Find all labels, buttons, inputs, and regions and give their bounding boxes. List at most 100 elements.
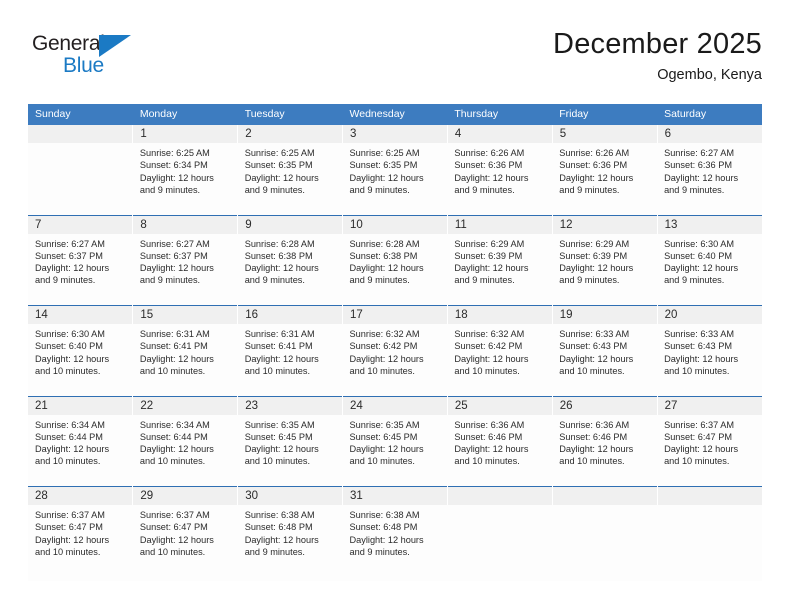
day-cell-10[interactable]: Sunrise: 6:28 AM Sunset: 6:38 PM Daylight:… — [342, 233, 448, 306]
day-cell-1[interactable]: Sunrise: 6:25 AM Sunset: 6:34 PM Daylight:… — [132, 143, 238, 215]
day-cell-5[interactable]: Sunrise: 6:26 AM Sunset: 6:36 PM Daylight:… — [552, 143, 658, 215]
day-info-line: Daylight: 12 hours — [559, 353, 634, 364]
day-number-4[interactable]: 4 — [447, 125, 553, 143]
day-cell-28[interactable]: Sunrise: 6:37 AM Sunset: 6:47 PM Daylight:… — [28, 505, 133, 581]
day-info-line: and 9 minutes. — [664, 184, 725, 195]
day-info-line: and 10 minutes. — [664, 365, 730, 376]
day-number-10[interactable]: 10 — [342, 214, 448, 234]
day-number-6[interactable]: 6 — [657, 125, 762, 143]
day-cell-11[interactable]: Sunrise: 6:29 AM Sunset: 6:39 PM Daylight:… — [447, 233, 553, 306]
day-number-9[interactable]: 9 — [237, 214, 344, 234]
day-info-line: Sunrise: 6:28 AM — [349, 238, 420, 249]
day-info-line: Sunrise: 6:25 AM — [244, 148, 315, 158]
day-number-7[interactable]: 7 — [28, 214, 134, 234]
day-number-20[interactable]: 20 — [657, 305, 762, 324]
day-cell-17[interactable]: Sunrise: 6:32 AM Sunset: 6:42 PM Daylight:… — [342, 324, 448, 396]
day-number-3[interactable]: 3 — [342, 125, 448, 143]
day-info-line: and 9 minutes. — [244, 275, 305, 286]
day-info-line: Sunrise: 6:33 AM — [664, 329, 735, 339]
week-info-row: Sunrise: 6:30 AM Sunset: 6:40 PM Daylight:… — [28, 324, 762, 396]
day-number-21[interactable]: 21 — [28, 395, 134, 415]
day-cell-4[interactable]: Sunrise: 6:26 AM Sunset: 6:36 PM Daylight:… — [447, 143, 553, 215]
day-cell-27[interactable]: Sunrise: 6:37 AM Sunset: 6:47 PM Daylight:… — [657, 414, 762, 487]
day-info-line: Sunset: 6:38 PM — [244, 250, 313, 261]
week-info-row: Sunrise: 6:34 AM Sunset: 6:44 PM Daylight:… — [28, 414, 762, 487]
day-number-12[interactable]: 12 — [552, 214, 658, 234]
day-cell-30[interactable]: Sunrise: 6:38 AM Sunset: 6:48 PM Daylight:… — [237, 505, 343, 581]
day-info-line: and 10 minutes. — [664, 456, 730, 467]
day-info-line: Sunset: 6:47 PM — [139, 522, 208, 533]
day-number-15[interactable]: 15 — [132, 305, 239, 324]
day-cell-20[interactable]: Sunrise: 6:33 AM Sunset: 6:43 PM Daylight:… — [657, 324, 762, 396]
day-number-1[interactable]: 1 — [132, 125, 239, 143]
day-info-line: Sunrise: 6:35 AM — [349, 419, 420, 430]
day-cell-23[interactable]: Sunrise: 6:35 AM Sunset: 6:45 PM Daylight:… — [237, 414, 343, 487]
day-number-16[interactable]: 16 — [237, 305, 344, 324]
day-number-5[interactable]: 5 — [552, 125, 658, 143]
day-info-line: Sunset: 6:40 PM — [35, 341, 103, 352]
day-info-line: and 10 minutes. — [244, 365, 311, 376]
general-blue-logo[interactable]: General Blue — [32, 32, 152, 84]
day-info-line: and 10 minutes. — [559, 365, 625, 376]
day-cell-2[interactable]: Sunrise: 6:25 AM Sunset: 6:35 PM Daylight:… — [237, 143, 343, 215]
day-cell-29[interactable]: Sunrise: 6:37 AM Sunset: 6:47 PM Daylight:… — [132, 505, 238, 581]
day-cell-21[interactable]: Sunrise: 6:34 AM Sunset: 6:44 PM Daylight:… — [28, 414, 133, 487]
day-number-13[interactable]: 13 — [657, 214, 762, 234]
day-cell-19[interactable]: Sunrise: 6:33 AM Sunset: 6:43 PM Daylight:… — [552, 324, 658, 396]
day-cell-6[interactable]: Sunrise: 6:27 AM Sunset: 6:36 PM Daylight:… — [657, 143, 762, 215]
day-cell-16[interactable]: Sunrise: 6:31 AM Sunset: 6:41 PM Daylight:… — [237, 324, 343, 396]
day-number-31[interactable]: 31 — [342, 486, 448, 505]
day-info-line: Sunset: 6:37 PM — [139, 250, 208, 261]
day-info-line: Daylight: 12 hours — [664, 172, 739, 183]
day-cell-9[interactable]: Sunrise: 6:28 AM Sunset: 6:38 PM Daylight:… — [237, 233, 343, 306]
page-header: General Blue December 2025 Ogembo, Kenya — [28, 26, 762, 98]
day-number-30[interactable]: 30 — [237, 486, 344, 505]
day-info-line: Sunrise: 6:34 AM — [139, 419, 210, 430]
day-info-line: and 9 minutes. — [139, 275, 201, 286]
day-number-14[interactable]: 14 — [28, 305, 134, 324]
day-info-line: Sunset: 6:47 PM — [664, 431, 732, 442]
day-number-17[interactable]: 17 — [342, 305, 448, 324]
day-cell-25[interactable]: Sunrise: 6:36 AM Sunset: 6:46 PM Daylight:… — [447, 414, 553, 487]
day-number-23[interactable]: 23 — [237, 395, 344, 415]
day-info-line: Daylight: 12 hours — [35, 263, 110, 274]
day-info-line: and 10 minutes. — [454, 365, 520, 376]
day-cell-8[interactable]: Sunrise: 6:27 AM Sunset: 6:37 PM Daylight:… — [132, 233, 238, 306]
day-cell-3[interactable]: Sunrise: 6:25 AM Sunset: 6:35 PM Daylight:… — [342, 143, 448, 215]
day-cell-24[interactable]: Sunrise: 6:35 AM Sunset: 6:45 PM Daylight:… — [342, 414, 448, 487]
day-info-line: Daylight: 12 hours — [559, 172, 634, 183]
day-cell-15[interactable]: Sunrise: 6:31 AM Sunset: 6:41 PM Daylight:… — [132, 324, 238, 396]
day-number-26[interactable]: 26 — [552, 395, 658, 415]
day-info-line: Daylight: 12 hours — [139, 444, 214, 455]
day-number-28[interactable]: 28 — [28, 486, 134, 505]
day-cell-26[interactable]: Sunrise: 6:36 AM Sunset: 6:46 PM Daylight:… — [552, 414, 658, 487]
day-cell-7[interactable]: Sunrise: 6:27 AM Sunset: 6:37 PM Daylight:… — [28, 233, 133, 306]
day-info-line: Sunset: 6:41 PM — [139, 341, 208, 352]
day-info-line: Sunrise: 6:37 AM — [35, 510, 105, 520]
day-info-line: Daylight: 12 hours — [664, 263, 739, 274]
day-number-29[interactable]: 29 — [132, 486, 239, 505]
day-number-24[interactable]: 24 — [342, 395, 448, 415]
day-cell-22[interactable]: Sunrise: 6:34 AM Sunset: 6:44 PM Daylight:… — [132, 414, 238, 487]
day-info-line: Sunset: 6:44 PM — [139, 431, 208, 442]
day-cell-31[interactable]: Sunrise: 6:38 AM Sunset: 6:48 PM Daylight:… — [342, 505, 448, 581]
day-info-line: Sunrise: 6:37 AM — [139, 510, 210, 520]
day-number-8[interactable]: 8 — [132, 214, 239, 234]
day-cell-12[interactable]: Sunrise: 6:29 AM Sunset: 6:39 PM Daylight:… — [552, 233, 658, 306]
day-cell-14[interactable]: Sunrise: 6:30 AM Sunset: 6:40 PM Daylight:… — [28, 324, 133, 396]
day-info-line: Daylight: 12 hours — [139, 263, 214, 274]
day-cell-18[interactable]: Sunrise: 6:32 AM Sunset: 6:42 PM Daylight:… — [447, 324, 553, 396]
day-number-19[interactable]: 19 — [552, 305, 658, 324]
day-number-25[interactable]: 25 — [447, 395, 553, 415]
day-info-line: and 9 minutes. — [559, 184, 620, 195]
day-number-22[interactable]: 22 — [132, 395, 239, 415]
day-info-line: Sunrise: 6:38 AM — [349, 510, 420, 520]
day-number-11[interactable]: 11 — [447, 214, 553, 234]
day-number-18[interactable]: 18 — [447, 305, 553, 324]
day-info-line: Sunrise: 6:25 AM — [139, 148, 210, 158]
day-number-2[interactable]: 2 — [237, 125, 344, 143]
week-daynumber-row: 14 15 16 17 18 19 20 — [28, 305, 762, 324]
page-title: December 2025 — [553, 28, 762, 60]
day-number-27[interactable]: 27 — [657, 395, 762, 415]
day-cell-13[interactable]: Sunrise: 6:30 AM Sunset: 6:40 PM Daylight:… — [657, 233, 762, 306]
